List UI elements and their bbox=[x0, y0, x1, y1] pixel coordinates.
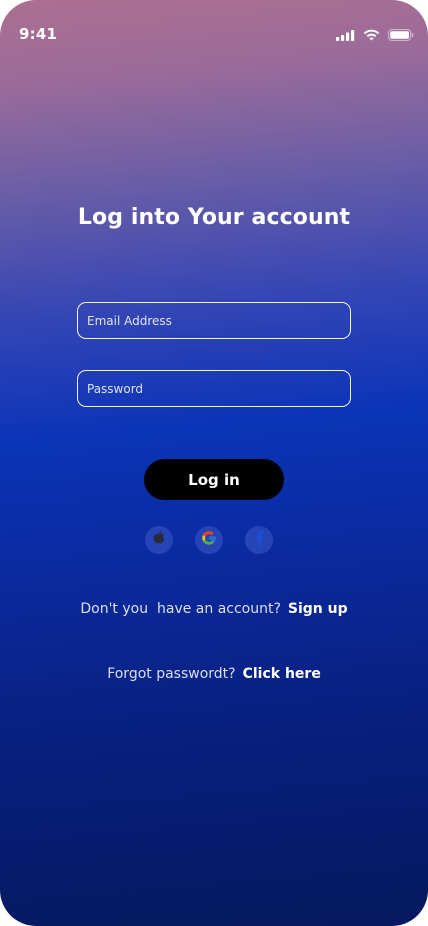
google-icon bbox=[201, 530, 217, 550]
apple-login-button[interactable] bbox=[145, 526, 173, 554]
password-field[interactable] bbox=[77, 370, 351, 407]
wifi-icon bbox=[363, 29, 380, 41]
forgot-password-row: Forgot passwordt? Click here bbox=[0, 666, 428, 682]
page-title: Log into Your account bbox=[77, 205, 351, 230]
status-time: 9:41 bbox=[19, 25, 58, 43]
cellular-signal-icon bbox=[336, 29, 355, 41]
login-button[interactable]: Log in bbox=[144, 459, 284, 500]
login-screen: 9:41 Log into Your account Email Address… bbox=[0, 0, 428, 926]
signup-link[interactable]: Sign up bbox=[288, 601, 348, 617]
facebook-icon bbox=[254, 530, 264, 550]
email-field[interactable] bbox=[77, 302, 351, 339]
forgot-password-link[interactable]: Click here bbox=[243, 666, 321, 682]
signup-prompt: Don't you have an account? bbox=[80, 601, 281, 617]
apple-icon bbox=[152, 530, 166, 550]
forgot-password-prompt: Forgot passwordt? bbox=[107, 666, 236, 682]
status-icons bbox=[336, 28, 414, 42]
google-login-button[interactable] bbox=[195, 526, 223, 554]
signup-row: Don't you have an account? Sign up bbox=[0, 601, 428, 617]
facebook-login-button[interactable] bbox=[245, 526, 273, 554]
battery-icon bbox=[388, 29, 414, 41]
